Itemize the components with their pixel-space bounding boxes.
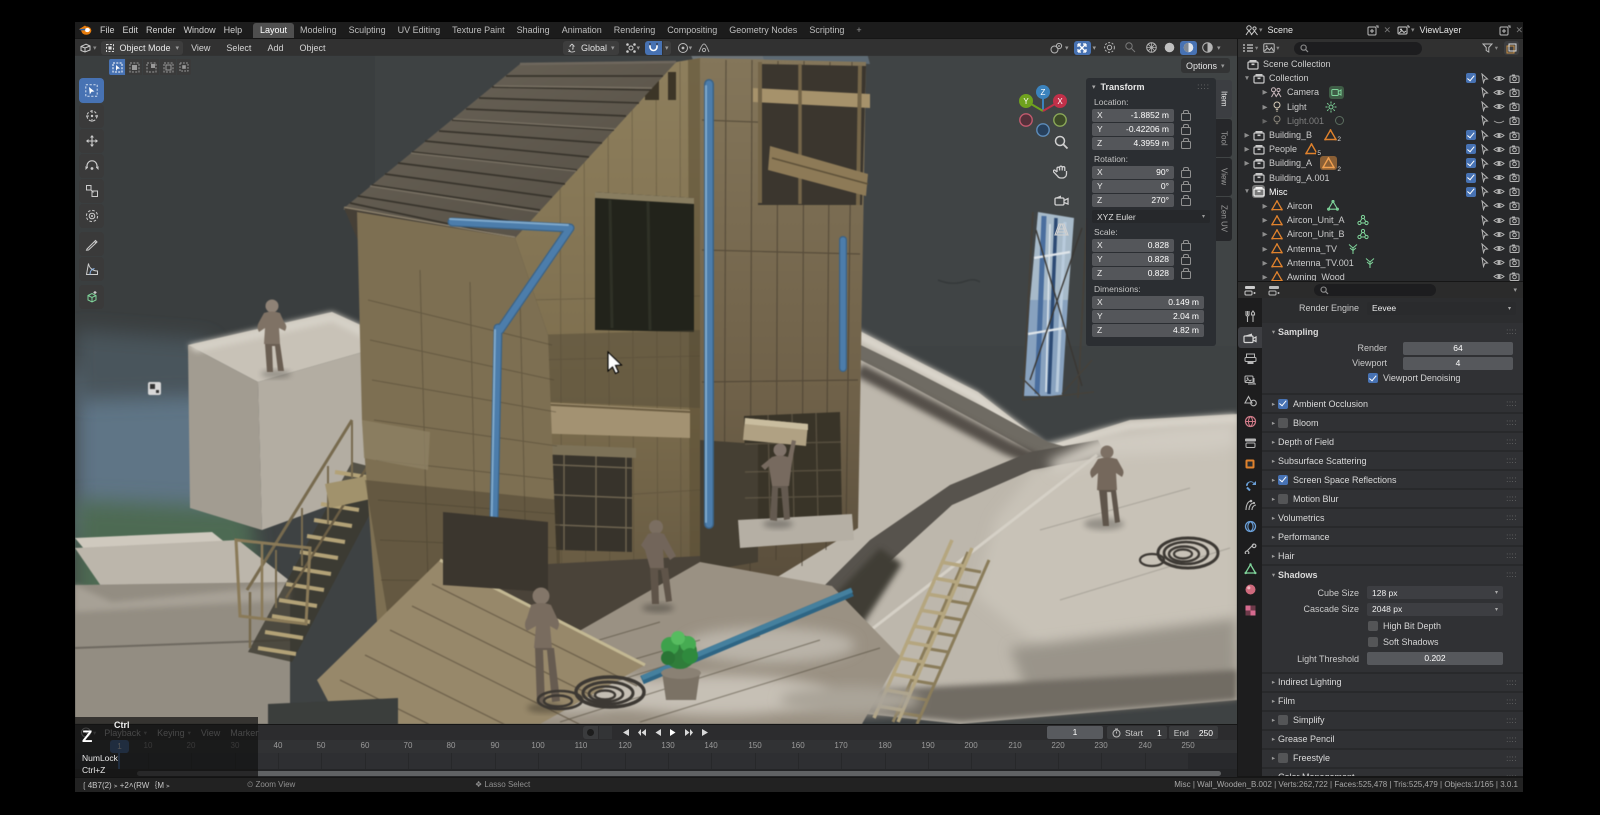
svg-text:Y: Y bbox=[1023, 97, 1029, 106]
svg-text:Z: Z bbox=[1041, 88, 1046, 97]
svg-text:X: X bbox=[1057, 97, 1063, 106]
